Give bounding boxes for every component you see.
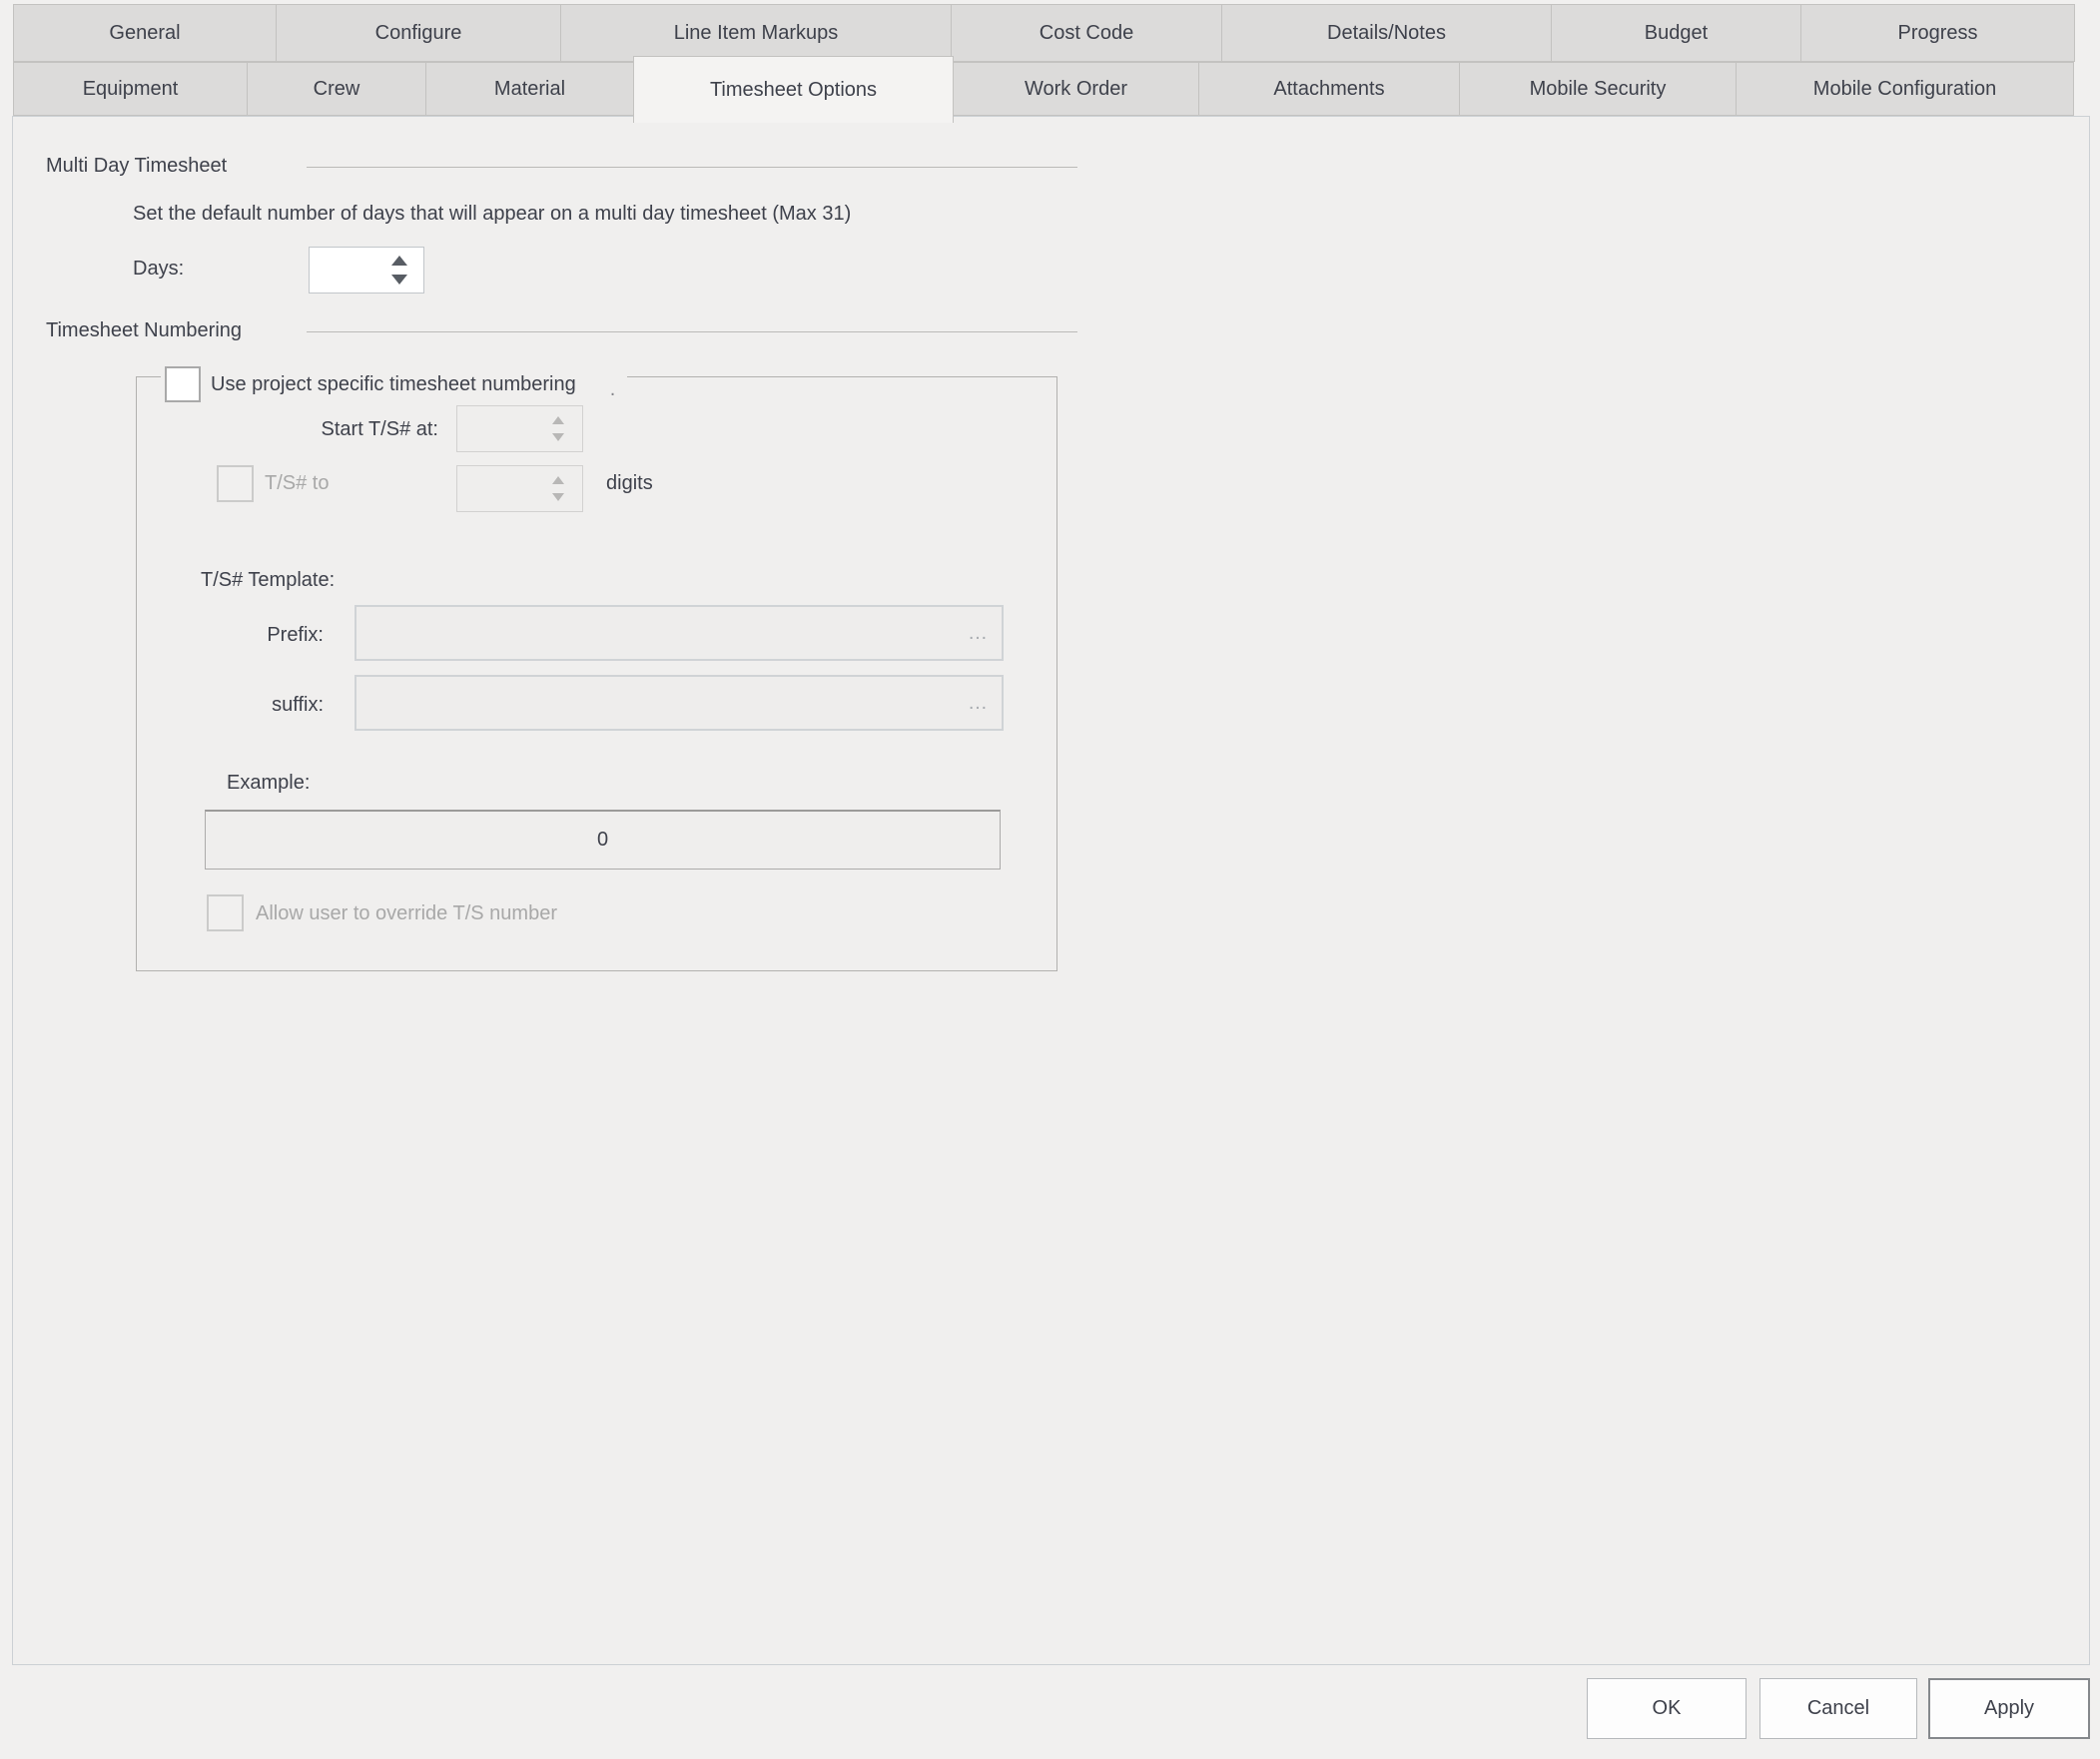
days-label: Days:	[133, 258, 184, 281]
project-numbering-groupbox: Use project specific timesheet numbering…	[136, 376, 1057, 971]
tab-strip-row1: General Configure Line Item Markups Cost…	[13, 4, 2075, 62]
tab-progress[interactable]: Progress	[1800, 4, 2075, 62]
spinner-down-icon	[552, 493, 564, 501]
suffix-field: …	[354, 675, 1004, 731]
prefix-field: …	[354, 605, 1004, 661]
tab-label: Details/Notes	[1327, 22, 1446, 45]
multi-day-timesheet-section-title: Multi Day Timesheet	[46, 155, 227, 178]
spinner-up-icon[interactable]	[391, 256, 407, 266]
tab-equipment[interactable]: Equipment	[13, 62, 248, 116]
tab-details-notes[interactable]: Details/Notes	[1221, 4, 1552, 62]
spinner-down-icon	[552, 433, 564, 441]
example-value: 0	[597, 829, 608, 852]
start-ts-spinner	[456, 405, 583, 452]
ts-to-checkbox	[217, 465, 254, 502]
ts-to-digits-spinner	[456, 465, 583, 512]
button-label: Cancel	[1807, 1697, 1869, 1720]
tab-label: Material	[494, 78, 565, 101]
override-ts-number-checkbox	[207, 894, 244, 931]
tab-label: Mobile Configuration	[1813, 78, 1996, 101]
legend-dot: .	[610, 378, 616, 401]
groupbox-legend: Use project specific timesheet numbering…	[161, 364, 627, 404]
tab-mobile-security[interactable]: Mobile Security	[1459, 62, 1737, 116]
tab-configure[interactable]: Configure	[276, 4, 561, 62]
tab-label: Progress	[1897, 22, 1977, 45]
tab-budget[interactable]: Budget	[1551, 4, 1801, 62]
tab-mobile-configuration[interactable]: Mobile Configuration	[1736, 62, 2074, 116]
tab-timesheet-options[interactable]: Timesheet Options	[633, 56, 954, 123]
use-project-specific-checkbox[interactable]	[165, 366, 201, 402]
spinner-up-icon	[552, 476, 564, 484]
prefix-label: Prefix:	[202, 624, 324, 647]
tab-label: Attachments	[1273, 78, 1384, 101]
tab-label: General	[109, 22, 180, 45]
tab-material[interactable]: Material	[425, 62, 634, 116]
days-spinner[interactable]	[309, 247, 424, 293]
tab-strip-row2: Equipment Crew Material Timesheet Option…	[13, 62, 2074, 116]
spinner-arrows	[540, 406, 576, 451]
use-project-specific-label: Use project specific timesheet numbering	[211, 373, 576, 396]
spinner-arrows	[540, 466, 576, 511]
timesheet-options-panel: Multi Day Timesheet Set the default numb…	[12, 116, 2090, 1665]
tab-crew[interactable]: Crew	[247, 62, 426, 116]
tab-label: Configure	[375, 22, 462, 45]
ellipsis-button-icon: …	[968, 692, 1002, 715]
tab-label: Cost Code	[1040, 22, 1134, 45]
button-label: Apply	[1984, 1697, 2034, 1720]
tab-label: Line Item Markups	[674, 22, 839, 45]
timesheet-numbering-section-title: Timesheet Numbering	[46, 319, 242, 342]
tab-work-order[interactable]: Work Order	[953, 62, 1199, 116]
ok-button[interactable]: OK	[1587, 1678, 1747, 1739]
project-settings-dialog: General Configure Line Item Markups Cost…	[0, 0, 2100, 1759]
suffix-label: suffix:	[202, 694, 324, 717]
tab-label: Work Order	[1025, 78, 1127, 101]
tab-general[interactable]: General	[13, 4, 277, 62]
tab-label: Equipment	[83, 78, 179, 101]
multi-day-description: Set the default number of days that will…	[133, 203, 851, 226]
tab-cost-code[interactable]: Cost Code	[951, 4, 1222, 62]
tab-label: Mobile Security	[1530, 78, 1667, 101]
tab-label: Timesheet Options	[710, 79, 877, 102]
spinner-up-icon	[552, 416, 564, 424]
ts-template-label: T/S# Template:	[201, 569, 335, 592]
example-preview-box: 0	[205, 810, 1001, 870]
tab-label: Crew	[314, 78, 360, 101]
cancel-button[interactable]: Cancel	[1759, 1678, 1917, 1739]
button-label: OK	[1653, 1697, 1682, 1720]
ellipsis-button-icon: …	[968, 622, 1002, 645]
tab-attachments[interactable]: Attachments	[1198, 62, 1460, 116]
section-divider	[307, 167, 1077, 168]
ts-to-label: T/S# to	[265, 472, 329, 495]
tab-line-item-markups[interactable]: Line Item Markups	[560, 4, 952, 62]
section-divider	[307, 331, 1077, 332]
override-ts-number-label: Allow user to override T/S number	[256, 902, 557, 925]
apply-button[interactable]: Apply	[1928, 1678, 2090, 1739]
start-ts-label: Start T/S# at:	[229, 418, 438, 441]
spinner-down-icon[interactable]	[391, 275, 407, 285]
digits-label: digits	[606, 472, 653, 495]
tab-label: Budget	[1645, 22, 1708, 45]
spinner-arrows	[381, 248, 417, 293]
example-label: Example:	[227, 772, 310, 795]
